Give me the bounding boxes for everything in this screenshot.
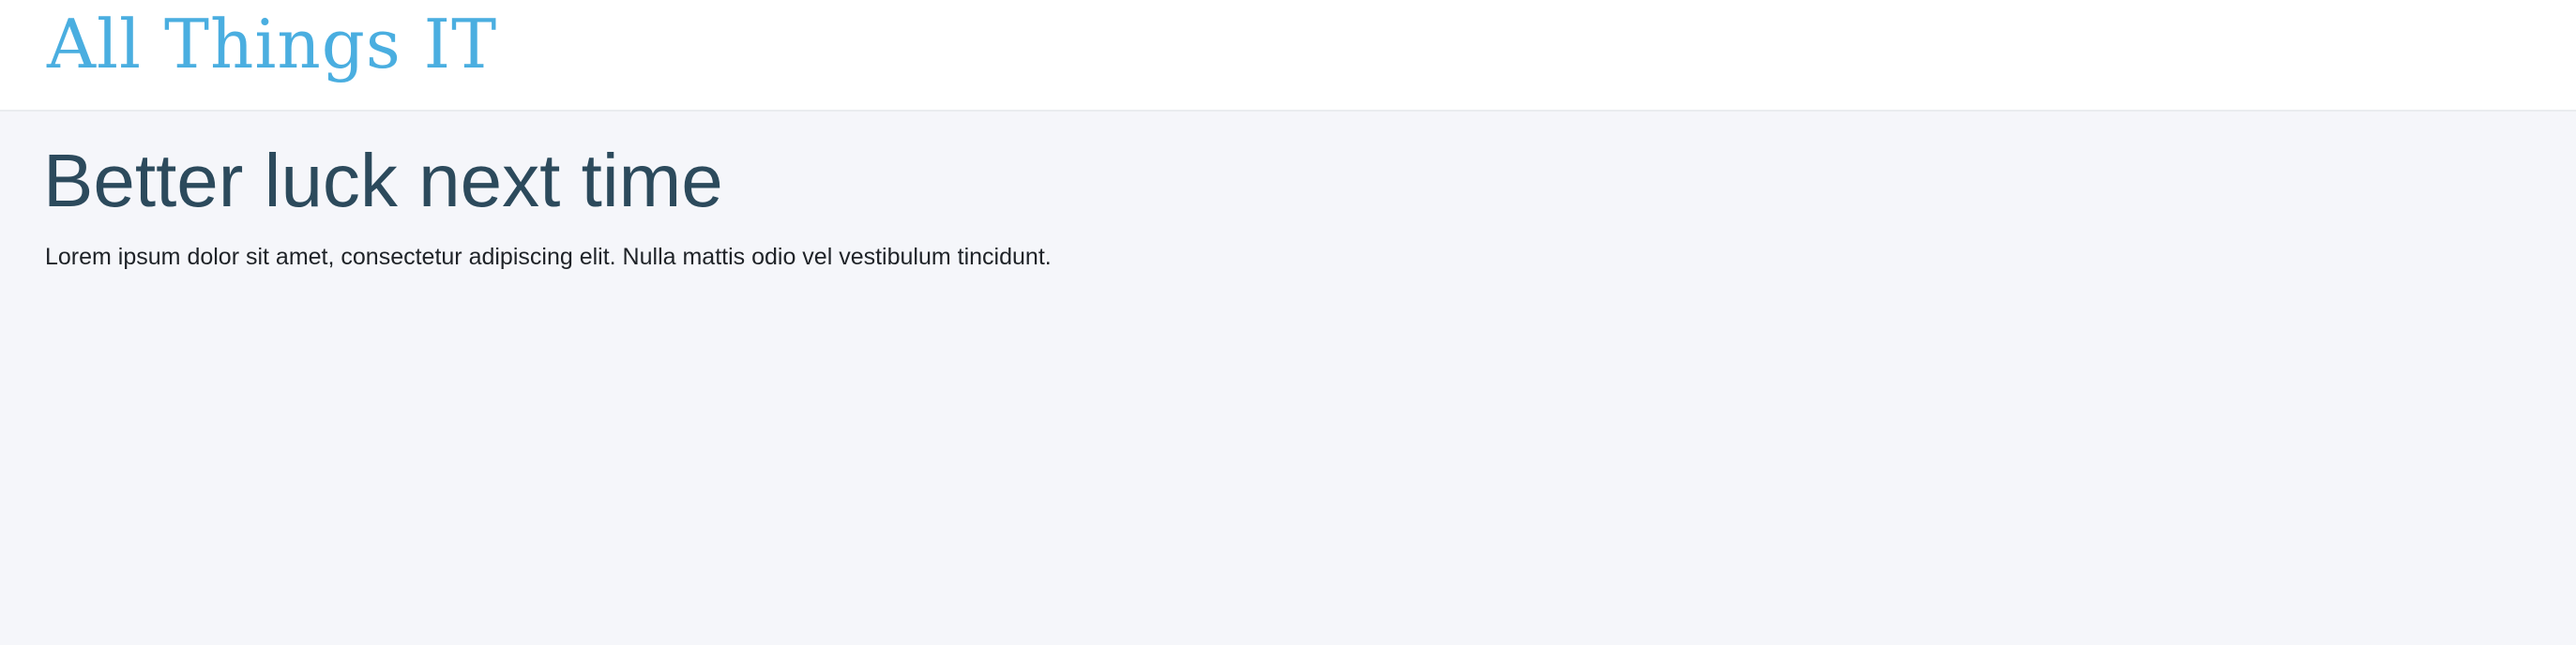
page-title: Better luck next time bbox=[43, 139, 723, 222]
main-content: Better luck next time Lorem ipsum dolor … bbox=[0, 112, 2576, 645]
site-logo-link[interactable]: All Things IT bbox=[47, 2, 497, 86]
site-header: All Things IT bbox=[0, 0, 2576, 112]
body-paragraph: Lorem ipsum dolor sit amet, consectetur … bbox=[45, 244, 1052, 270]
